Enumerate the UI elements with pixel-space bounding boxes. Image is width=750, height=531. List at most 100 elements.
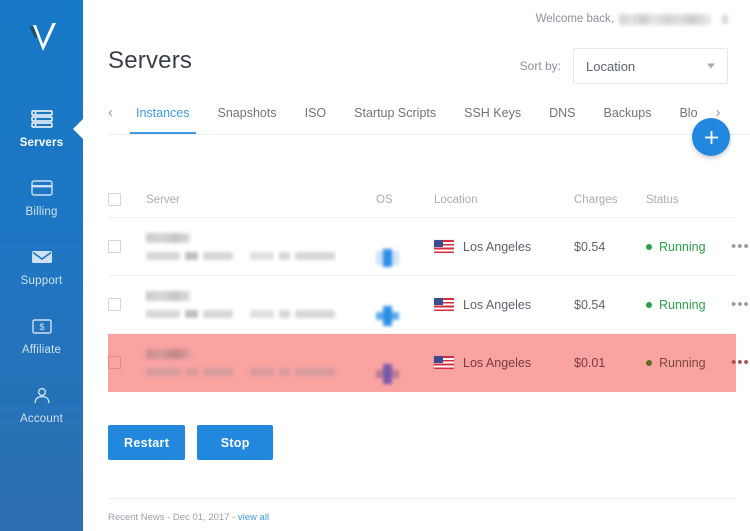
footer-text: Recent News - Dec 01, 2017 -	[108, 512, 238, 523]
row-menu-icon[interactable]: •••	[731, 300, 750, 310]
sidebar-item-label: Support	[21, 275, 63, 287]
table-row[interactable]: Los Angeles $0.54 Running •••	[108, 218, 736, 276]
column-header-location: Location	[434, 194, 574, 206]
credit-card-icon	[31, 177, 53, 199]
row-select-cell	[108, 240, 146, 253]
status-dot-icon	[646, 244, 652, 250]
server-name-redacted	[146, 233, 190, 243]
column-header-charges: Charges	[574, 194, 646, 206]
footer-divider	[108, 498, 736, 499]
servers-table: Server OS Location Charges Status	[108, 182, 736, 392]
main-content: Welcome back, Servers Sort by: Location …	[83, 0, 750, 531]
location-label: Los Angeles	[463, 240, 531, 254]
sidebar-item-label: Billing	[25, 206, 57, 218]
tab-iso[interactable]: ISO	[291, 103, 341, 134]
charges-value: $0.54	[574, 240, 646, 254]
stop-button[interactable]: Stop	[197, 425, 273, 460]
row-actions-cell: •••	[731, 300, 750, 310]
sort-control: Sort by: Location	[520, 48, 728, 84]
view-all-link[interactable]: view all	[238, 512, 269, 523]
restart-button[interactable]: Restart	[108, 425, 185, 460]
status-cell: Running	[646, 240, 731, 254]
person-icon	[32, 384, 52, 406]
status-label: Running	[659, 240, 706, 254]
column-header-server: Server	[146, 194, 376, 206]
tab-snapshots[interactable]: Snapshots	[204, 103, 291, 134]
row-checkbox[interactable]	[108, 298, 121, 311]
row-actions-cell: •••	[731, 242, 750, 252]
vultr-logo[interactable]	[19, 20, 65, 60]
sort-selected-value: Location	[586, 59, 635, 74]
tab-startup-scripts[interactable]: Startup Scripts	[340, 103, 450, 134]
page-title: Servers	[108, 47, 192, 75]
location-cell: Los Angeles	[434, 240, 574, 254]
row-select-cell	[108, 356, 146, 369]
sidebar-item-servers[interactable]: Servers	[0, 94, 83, 163]
tab-bar-divider	[108, 134, 750, 135]
server-name-redacted	[146, 291, 190, 301]
dollar-bill-icon: $	[32, 315, 52, 337]
tab-dns[interactable]: DNS	[535, 103, 589, 134]
location-label: Los Angeles	[463, 356, 531, 370]
column-header-status: Status	[646, 194, 731, 206]
us-flag-icon	[434, 298, 454, 311]
column-header-os: OS	[376, 194, 434, 206]
status-badge: Running	[646, 356, 731, 370]
row-select-cell	[108, 298, 146, 311]
row-menu-icon[interactable]: •••	[731, 358, 750, 368]
table-row[interactable]: Los Angeles $0.54 Running •••	[108, 276, 736, 334]
footer: Recent News - Dec 01, 2017 - view all	[108, 512, 269, 523]
sidebar-item-support[interactable]: Support	[0, 232, 83, 301]
chevron-down-icon	[707, 64, 715, 69]
server-details-redacted	[146, 368, 376, 376]
sidebar: Servers Billing Suppor	[0, 0, 83, 531]
add-server-button[interactable]	[692, 118, 730, 156]
table-header-row: Server OS Location Charges Status	[108, 182, 736, 218]
server-stack-icon	[31, 108, 53, 130]
sidebar-item-label: Affiliate	[22, 344, 61, 356]
server-cell	[146, 291, 376, 318]
server-cell	[146, 349, 376, 376]
row-actions-cell: •••	[731, 358, 750, 368]
tab-ssh-keys[interactable]: SSH Keys	[450, 103, 535, 134]
tab-backups[interactable]: Backups	[590, 103, 666, 134]
table-row[interactable]: Los Angeles $0.01 Running •••	[108, 334, 736, 392]
sidebar-item-label: Servers	[20, 137, 64, 149]
status-dot-icon	[646, 360, 652, 366]
envelope-icon	[31, 246, 53, 268]
row-checkbox[interactable]	[108, 240, 121, 253]
welcome-message: Welcome back,	[536, 13, 728, 25]
server-details-redacted	[146, 252, 376, 260]
sidebar-item-affiliate[interactable]: $ Affiliate	[0, 301, 83, 370]
welcome-text: Welcome back,	[536, 13, 614, 25]
server-details-redacted	[146, 310, 376, 318]
username-redacted-suffix	[722, 15, 728, 24]
sidebar-item-billing[interactable]: Billing	[0, 163, 83, 232]
row-checkbox[interactable]	[108, 356, 121, 369]
sort-label: Sort by:	[520, 59, 561, 73]
select-all-cell	[108, 193, 146, 206]
us-flag-icon	[434, 240, 454, 253]
us-flag-icon	[434, 356, 454, 369]
app-window: Servers Billing Suppor	[0, 0, 750, 531]
server-name-redacted	[146, 349, 190, 359]
status-badge: Running	[646, 298, 731, 312]
row-menu-icon[interactable]: •••	[731, 242, 750, 252]
tabs-prev-arrow-icon[interactable]: ‹	[108, 103, 122, 123]
sort-select[interactable]: Location	[573, 48, 728, 84]
status-cell: Running	[646, 298, 731, 312]
select-all-checkbox[interactable]	[108, 193, 121, 206]
charges-value: $0.54	[574, 298, 646, 312]
server-cell	[146, 233, 376, 260]
status-label: Running	[659, 298, 706, 312]
bulk-actions: Restart Stop	[108, 425, 273, 460]
location-cell: Los Angeles	[434, 298, 574, 312]
sidebar-item-label: Account	[20, 413, 63, 425]
status-label: Running	[659, 356, 706, 370]
status-badge: Running	[646, 240, 731, 254]
sidebar-nav: Servers Billing Suppor	[0, 94, 83, 439]
tab-instances[interactable]: Instances	[122, 103, 204, 134]
username-redacted	[619, 14, 711, 25]
sidebar-item-account[interactable]: Account	[0, 370, 83, 439]
location-label: Los Angeles	[463, 298, 531, 312]
